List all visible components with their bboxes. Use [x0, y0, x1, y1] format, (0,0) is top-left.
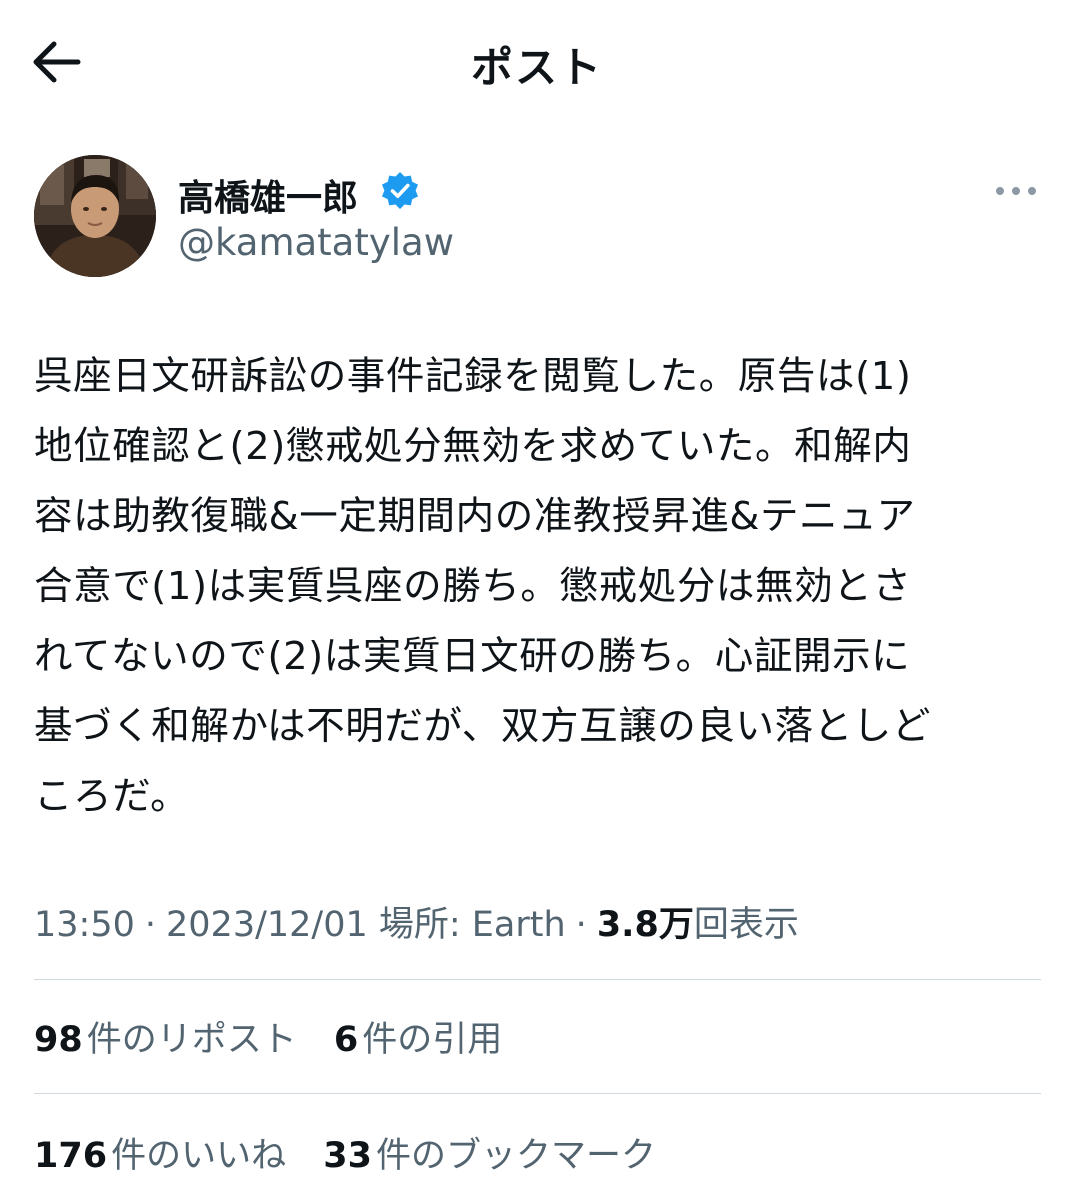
bookmarks-label: 件のブックマーク [375, 1136, 656, 1176]
avatar[interactable] [34, 155, 156, 277]
quotes-count: 6 [333, 1020, 359, 1060]
display-name[interactable]: 高橋雄一郎 [178, 169, 358, 221]
quotes-stat[interactable]: 6 件の引用 [334, 1011, 502, 1062]
likes-count: 176 [34, 1136, 108, 1176]
quotes-label: 件の引用 [362, 1020, 503, 1060]
top-bar: ポスト [0, 0, 1074, 120]
separator: · [575, 905, 587, 945]
more-horizontal-icon [996, 187, 1036, 195]
likes-stat[interactable]: 176 件のいいね [34, 1127, 286, 1178]
stats-row-reposts: 98 件のリポスト 6 件の引用 [34, 1011, 1044, 1062]
bookmarks-stat[interactable]: 33 件のブックマーク [323, 1127, 656, 1178]
reposts-stat[interactable]: 98 件のリポスト [34, 1011, 297, 1062]
divider [34, 979, 1041, 980]
page-title: ポスト [470, 43, 603, 92]
separator: · [144, 905, 157, 945]
post-location: 場所: Earth [378, 905, 566, 945]
post-author: 高橋雄一郎 @kamatatylaw [34, 155, 1044, 280]
stats-row-likes: 176 件のいいね 33 件のブックマーク [34, 1127, 1044, 1178]
post-metadata: 13:50 · 2023/12/01 場所: Earth · 3.8万回表示 [34, 896, 1044, 947]
post-time[interactable]: 13:50 [34, 905, 135, 945]
more-options-button[interactable] [992, 177, 1040, 205]
reposts-count: 98 [34, 1020, 83, 1060]
divider [34, 1093, 1041, 1094]
user-handle[interactable]: @kamatatylaw [178, 221, 454, 264]
post-text: 呉座日文研訴訟の事件記録を閲覧した。原告は(1) 地位確認と(2)懲戒処分無効を… [34, 354, 931, 819]
post-date[interactable]: 2023/12/01 [166, 905, 368, 945]
views-count: 3.8万 [596, 905, 694, 945]
views-label: 回表示 [693, 905, 799, 945]
reposts-label: 件のリポスト [86, 1020, 297, 1060]
likes-label: 件のいいね [111, 1136, 287, 1176]
verified-badge-icon [382, 172, 418, 209]
bookmarks-count: 33 [323, 1136, 372, 1176]
